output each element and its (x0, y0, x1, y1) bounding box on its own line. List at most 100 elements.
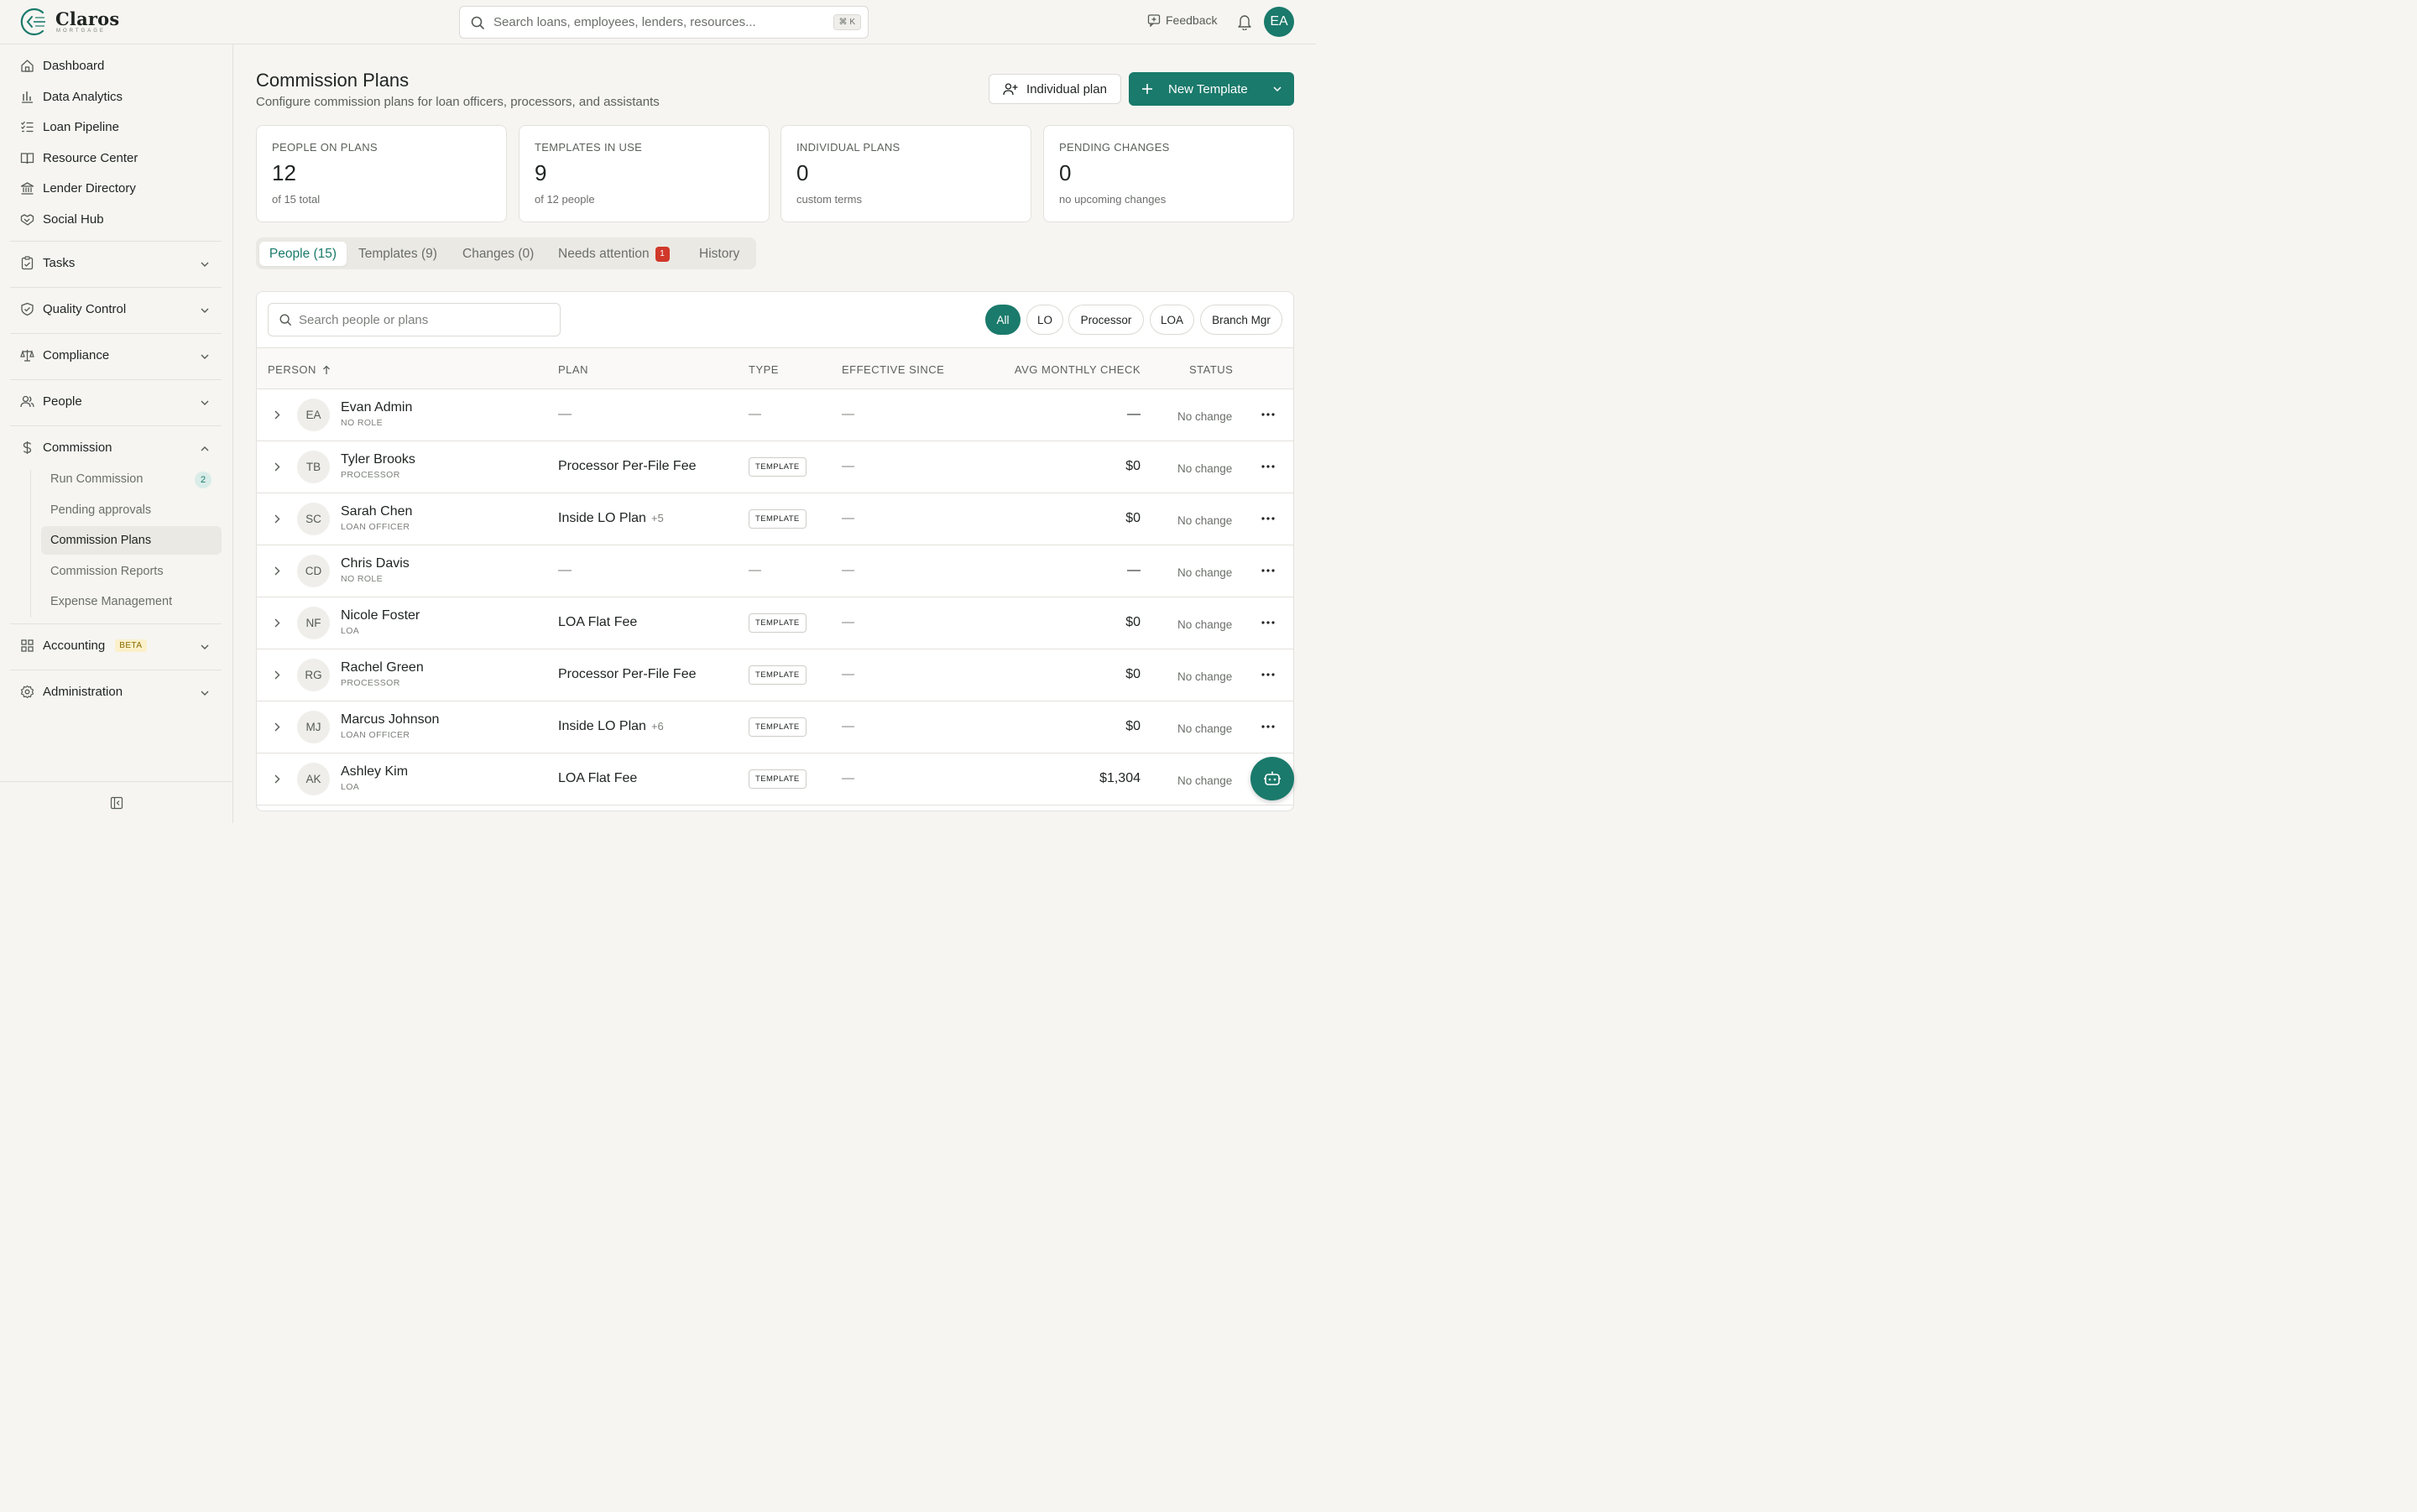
column-status[interactable]: STATUS (1189, 363, 1233, 376)
new-template-label: New Template (1168, 81, 1248, 96)
table-row[interactable]: EA Evan Admin NO ROLE — — — — No change (257, 389, 1293, 441)
table-row[interactable]: CD Chris Davis NO ROLE — — — — No change (257, 545, 1293, 597)
chevron-down-icon[interactable] (200, 259, 210, 269)
sidebar-group-accounting[interactable]: Accounting BETA (20, 639, 147, 653)
person-name: Chris Davis (341, 556, 410, 571)
chevron-right-icon[interactable] (272, 618, 282, 628)
avg-monthly-check-cell: — (1127, 563, 1141, 577)
more-options-icon[interactable] (1261, 621, 1275, 624)
stat-label: PEOPLE ON PLANS (272, 141, 378, 154)
effective-since-cell: — (842, 615, 854, 629)
table-row[interactable]: AK Ashley Kim LOA LOA Flat Fee TEMPLATE — $1,3… (257, 753, 1293, 806)
sidebar-group-label: People (43, 394, 82, 409)
user-avatar[interactable]: EA (1264, 7, 1294, 37)
stat-note: of 12 people (535, 193, 595, 206)
more-options-icon[interactable] (1261, 569, 1275, 572)
more-options-icon[interactable] (1261, 517, 1275, 520)
chevron-down-icon[interactable] (200, 642, 210, 652)
filter-branch-mgr[interactable]: Branch Mgr (1200, 305, 1282, 335)
plan-cell: — (558, 563, 572, 578)
chevron-down-icon[interactable] (1272, 84, 1282, 94)
table-row[interactable]: SC Sarah Chen LOAN OFFICER Inside LO Plan +5… (257, 493, 1293, 545)
person-avatar: MJ (297, 711, 330, 743)
collapse-sidebar-icon[interactable] (110, 796, 123, 810)
effective-since-cell: — (842, 511, 854, 525)
filter-processor[interactable]: Processor (1068, 305, 1144, 335)
effective-since-cell: — (842, 563, 854, 577)
sidebar-item-dashboard[interactable]: Dashboard (20, 59, 104, 73)
person-name: Evan Admin (341, 400, 413, 414)
tab-bar: People (15) Templates (9) Changes (0) Ne… (256, 237, 756, 269)
chevron-right-icon[interactable] (272, 774, 282, 785)
column-type[interactable]: TYPE (749, 363, 779, 376)
chevron-down-icon[interactable] (200, 398, 210, 408)
notifications-bell-icon[interactable] (1237, 13, 1252, 30)
more-options-icon[interactable] (1261, 673, 1275, 676)
individual-plan-button[interactable]: Individual plan (989, 74, 1121, 104)
tab-templates[interactable]: Templates (9) (358, 242, 437, 266)
chevron-up-icon[interactable] (200, 444, 210, 454)
filter-lo[interactable]: LO (1026, 305, 1063, 335)
filter-all[interactable]: All (985, 305, 1021, 335)
chevron-down-icon[interactable] (200, 305, 210, 315)
sidebar-item-data-analytics[interactable]: Data Analytics (20, 90, 123, 104)
column-avg-monthly-check[interactable]: AVG MONTHLY CHECK (1015, 363, 1141, 376)
chevron-right-icon[interactable] (272, 461, 282, 472)
global-search-input[interactable]: Search loans, employees, lenders, resour… (459, 6, 869, 39)
more-options-icon[interactable] (1261, 725, 1275, 728)
brand-logo[interactable]: Claros MORTGAGE (20, 7, 119, 37)
table-row[interactable]: NF Nicole Foster LOA LOA Flat Fee TEMPLATE — $… (257, 597, 1293, 649)
sidebar-subitem-run-commission[interactable]: Run Commission (50, 472, 143, 486)
additional-plans-count: +5 (650, 512, 664, 524)
filter-loa[interactable]: LOA (1150, 305, 1194, 335)
stat-card-templates-in-use: TEMPLATES IN USE 9 of 12 people (519, 125, 770, 222)
chevron-right-icon[interactable] (272, 670, 282, 680)
sidebar-group-compliance[interactable]: Compliance (20, 348, 109, 362)
chevron-down-icon[interactable] (200, 688, 210, 698)
sidebar-group-people[interactable]: People (20, 394, 82, 409)
sidebar-item-social-hub[interactable]: Social Hub (20, 212, 104, 227)
sidebar-subitem-expense-management[interactable]: Expense Management (50, 595, 172, 608)
sidebar-subitem-pending-approvals[interactable]: Pending approvals (50, 503, 151, 517)
chevron-down-icon[interactable] (200, 352, 210, 362)
sidebar-item-lender-directory[interactable]: Lender Directory (20, 181, 136, 196)
sidebar-subitem-commission-plans[interactable]: Commission Plans (50, 534, 151, 547)
feedback-button[interactable]: Feedback (1147, 13, 1217, 27)
more-options-icon[interactable] (1261, 465, 1275, 468)
type-badge: TEMPLATE (749, 665, 807, 685)
divider (10, 623, 222, 624)
column-effective-since[interactable]: EFFECTIVE SINCE (842, 363, 944, 376)
table-row[interactable]: MJ Marcus Johnson LOAN OFFICER Inside LO Pl… (257, 701, 1293, 753)
chevron-right-icon[interactable] (272, 409, 282, 420)
tab-changes[interactable]: Changes (0) (462, 242, 534, 266)
sidebar-group-tasks[interactable]: Tasks (20, 256, 75, 270)
person-name: Marcus Johnson (341, 712, 440, 727)
more-options-icon[interactable] (1261, 413, 1275, 416)
status-cell: No change (1177, 722, 1233, 735)
needs-attention-count-badge: 1 (655, 246, 670, 262)
people-search-input[interactable]: Search people or plans (268, 303, 561, 336)
assistant-bot-button[interactable] (1250, 757, 1294, 800)
tab-needs-attention[interactable]: Needs attention 1 (558, 242, 670, 266)
tab-history[interactable]: History (699, 242, 739, 266)
sidebar-group-quality-control[interactable]: Quality Control (20, 302, 126, 316)
table-row[interactable]: RG Rachel Green PROCESSOR Processor Per-Fil… (257, 649, 1293, 701)
status-cell: No change (1177, 514, 1233, 527)
plan-name: — (558, 563, 572, 577)
users-icon (20, 395, 34, 408)
chevron-right-icon[interactable] (272, 514, 282, 524)
stat-label: PENDING CHANGES (1059, 141, 1170, 154)
chevron-right-icon[interactable] (272, 566, 282, 576)
table-row[interactable]: TB Tyler Brooks PROCESSOR Processor Per-Fil… (257, 441, 1293, 493)
person-name: Rachel Green (341, 660, 424, 675)
column-plan[interactable]: PLAN (558, 363, 588, 376)
sidebar-item-resource-center[interactable]: Resource Center (20, 151, 138, 165)
sidebar-group-commission[interactable]: Commission (20, 441, 112, 455)
sidebar-group-administration[interactable]: Administration (20, 685, 123, 699)
new-template-button[interactable]: New Template (1129, 72, 1294, 106)
sidebar-item-loan-pipeline[interactable]: Loan Pipeline (20, 120, 119, 134)
column-person[interactable]: PERSON (268, 363, 331, 376)
chevron-right-icon[interactable] (272, 722, 282, 733)
sidebar-subitem-commission-reports[interactable]: Commission Reports (50, 565, 164, 578)
tab-people[interactable]: People (15) (259, 242, 347, 266)
